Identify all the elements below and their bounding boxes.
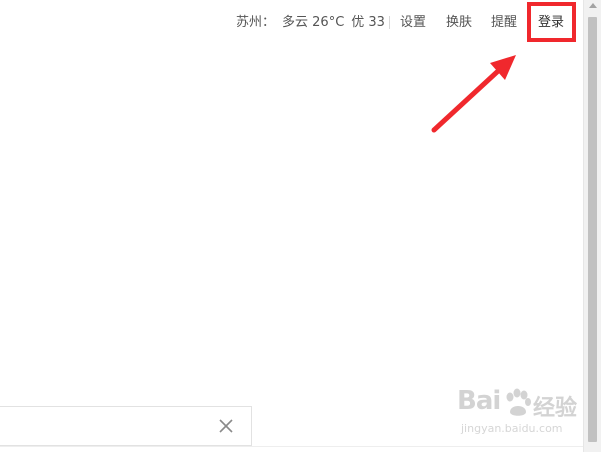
scroll-up-arrow-icon[interactable] [589,3,597,8]
search-bar[interactable] [0,406,252,446]
vertical-scrollbar[interactable] [583,0,601,452]
scrollbar-thumb[interactable] [588,17,597,442]
divider [0,446,583,447]
annotation-arrow-icon [431,55,516,133]
close-icon[interactable] [217,417,235,435]
